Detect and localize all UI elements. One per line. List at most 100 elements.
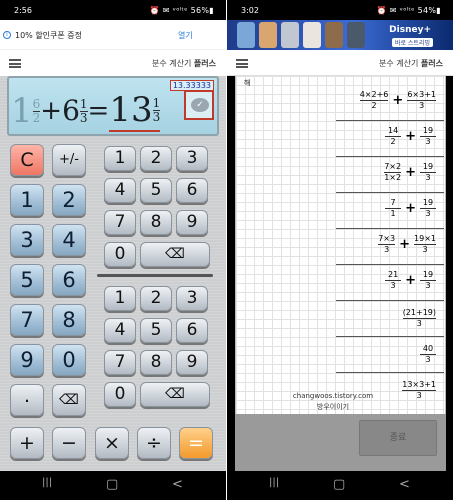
whole-key-8[interactable]: 8 <box>52 304 86 336</box>
step-divider <box>336 192 444 193</box>
solution-steps-panel: 해 4×2+6 2 +6×3+1 3 14 2 +19 3 7×2 1×2 +19 3 7 1 +19… <box>235 76 446 414</box>
denominator-key-0[interactable]: 0 <box>104 382 136 407</box>
numerator-key-8[interactable]: 8 <box>140 210 172 235</box>
whole-key-5[interactable]: 5 <box>10 264 44 296</box>
denominator-key-4[interactable]: 4 <box>104 318 136 343</box>
numerator-key-9[interactable]: 9 <box>176 210 208 235</box>
denominator-backspace-icon[interactable]: ⌫ <box>140 382 210 407</box>
denominator-key-8[interactable]: 8 <box>140 350 172 375</box>
solution-step-8: 40 3 <box>419 344 437 365</box>
expr-whole-a: 1 <box>11 91 33 131</box>
recents-icon[interactable]: ||| <box>269 477 279 488</box>
ad-cta-button[interactable]: 바로 스트리밍 <box>391 38 433 47</box>
home-icon[interactable]: ▢ <box>333 477 345 492</box>
subtract-button[interactable]: − <box>52 427 86 459</box>
status-time: 3:02 <box>241 6 259 15</box>
multiply-button[interactable]: × <box>95 427 129 459</box>
denominator-key-6[interactable]: 6 <box>176 318 208 343</box>
step-divider <box>336 264 444 265</box>
denominator-key-3[interactable]: 3 <box>176 286 208 311</box>
solution-step-5: 7×3 3 +19×1 3 <box>378 234 436 254</box>
expr-result: 13 1 3 <box>109 90 161 132</box>
android-nav-bar: ||| ▢ < <box>0 471 226 500</box>
whole-key-2[interactable]: 2 <box>52 184 86 216</box>
numerator-key-1[interactable]: 1 <box>104 146 136 171</box>
denominator-key-2[interactable]: 2 <box>140 286 172 311</box>
ad-info-icon[interactable]: i <box>3 31 11 39</box>
menu-icon[interactable] <box>9 59 21 68</box>
watermark-author: 방우이이기 <box>316 403 350 411</box>
menu-icon[interactable] <box>236 59 248 68</box>
expr-whole-b: 6 <box>62 94 80 127</box>
status-icons: ⏰ ✉ ᵛᵒˡᵗᵉ 54%▮ <box>376 6 441 15</box>
whole-key-6[interactable]: 6 <box>52 264 86 296</box>
back-icon[interactable]: < <box>172 477 183 492</box>
clear-button[interactable]: C <box>10 144 44 176</box>
expr-plus: + <box>40 96 63 126</box>
expr-equals: = <box>87 96 110 126</box>
whole-key-4[interactable]: 4 <box>52 224 86 256</box>
app-header: 분수 계산기 플러스 <box>227 50 453 76</box>
whole-key-9[interactable]: 9 <box>10 344 44 376</box>
denominator-key-5[interactable]: 5 <box>140 318 172 343</box>
home-icon[interactable]: ▢ <box>106 477 118 492</box>
whole-key-3[interactable]: 3 <box>10 224 44 256</box>
sign-toggle-button[interactable]: +/- <box>52 144 86 176</box>
calculator-app: 분수 계산기 플러스 13.33333 1 6 2 +6 1 3 =13 1 3 ✓ C +/-… <box>0 50 226 471</box>
ad-character-image <box>347 22 365 48</box>
phone-calculator: 2:56 ⏰ ✉ ᵛᵒˡᵗᵉ 56%▮ i 10% 할인쿠폰 증정 열기 분수 … <box>0 0 226 500</box>
fraction-bar-divider <box>97 274 213 277</box>
denominator-key-7[interactable]: 7 <box>104 350 136 375</box>
numerator-key-5[interactable]: 5 <box>140 178 172 203</box>
ad-character-image <box>259 22 277 48</box>
ad-brand-logo: Disney+ <box>389 25 431 35</box>
dot-button[interactable]: . <box>10 384 44 416</box>
denominator-key-1[interactable]: 1 <box>104 286 136 311</box>
ad-character-image <box>303 22 321 48</box>
watermark-url: changwoos.tistory.com <box>292 392 374 400</box>
solution-step-4: 7 1 +19 3 <box>384 198 437 219</box>
ad-character-image <box>325 22 343 48</box>
disney-ad-banner[interactable]: Disney+ 바로 스트리밍 <box>227 20 453 50</box>
ad-text[interactable]: 10% 할인쿠폰 증정 <box>15 30 82 41</box>
check-icon: ✓ <box>191 98 209 112</box>
backspace-icon[interactable]: ⌫ <box>52 384 86 416</box>
add-button[interactable]: + <box>10 427 44 459</box>
numerator-backspace-icon[interactable]: ⌫ <box>140 242 210 267</box>
ad-banner[interactable]: i 10% 할인쿠폰 증정 열기 <box>0 20 226 50</box>
divide-button[interactable]: ÷ <box>137 427 171 459</box>
step-divider <box>336 336 444 337</box>
numerator-key-6[interactable]: 6 <box>176 178 208 203</box>
fraction-expression: 1 6 2 +6 1 3 =13 1 3 <box>11 90 183 136</box>
numerator-key-4[interactable]: 4 <box>104 178 136 203</box>
ad-open-button[interactable]: 열기 <box>178 30 193 41</box>
whole-key-7[interactable]: 7 <box>10 304 44 336</box>
equals-button[interactable]: = <box>179 427 213 459</box>
app-title: 분수 계산기 플러스 <box>379 59 443 68</box>
solution-step-6: 21 3 +19 3 <box>384 270 437 291</box>
status-icons: ⏰ ✉ ᵛᵒˡᵗᵉ 56%▮ <box>149 6 214 15</box>
numerator-key-3[interactable]: 3 <box>176 146 208 171</box>
step-divider <box>336 228 444 229</box>
numerator-key-0[interactable]: 0 <box>104 242 136 267</box>
screenshot-pair: 2:56 ⏰ ✉ ᵛᵒˡᵗᵉ 56%▮ i 10% 할인쿠폰 증정 열기 분수 … <box>0 0 453 500</box>
convert-button[interactable]: ✓ <box>184 90 214 120</box>
numerator-key-7[interactable]: 7 <box>104 210 136 235</box>
solution-step-1: 4×2+6 2 +6×3+1 3 <box>359 90 436 110</box>
solution-step-2: 14 2 +19 3 <box>384 126 437 147</box>
whole-key-1[interactable]: 1 <box>10 184 44 216</box>
app-title: 분수 계산기 플러스 <box>152 59 216 68</box>
ad-character-image <box>237 22 255 48</box>
whole-key-0[interactable]: 0 <box>52 344 86 376</box>
calculator-display: 13.33333 1 6 2 +6 1 3 =13 1 3 ✓ <box>7 76 219 136</box>
step-divider <box>336 372 444 373</box>
numerator-key-2[interactable]: 2 <box>140 146 172 171</box>
denominator-key-9[interactable]: 9 <box>176 350 208 375</box>
back-icon[interactable]: < <box>399 477 410 492</box>
end-button[interactable]: 종료 <box>359 420 437 456</box>
solution-step-7: (21+19) 3 <box>402 308 436 328</box>
android-nav-bar: ||| ▢ < <box>227 471 453 500</box>
step-divider <box>336 300 444 301</box>
recents-icon[interactable]: ||| <box>42 477 52 488</box>
status-bar: 3:02 ⏰ ✉ ᵛᵒˡᵗᵉ 54%▮ <box>227 0 453 20</box>
